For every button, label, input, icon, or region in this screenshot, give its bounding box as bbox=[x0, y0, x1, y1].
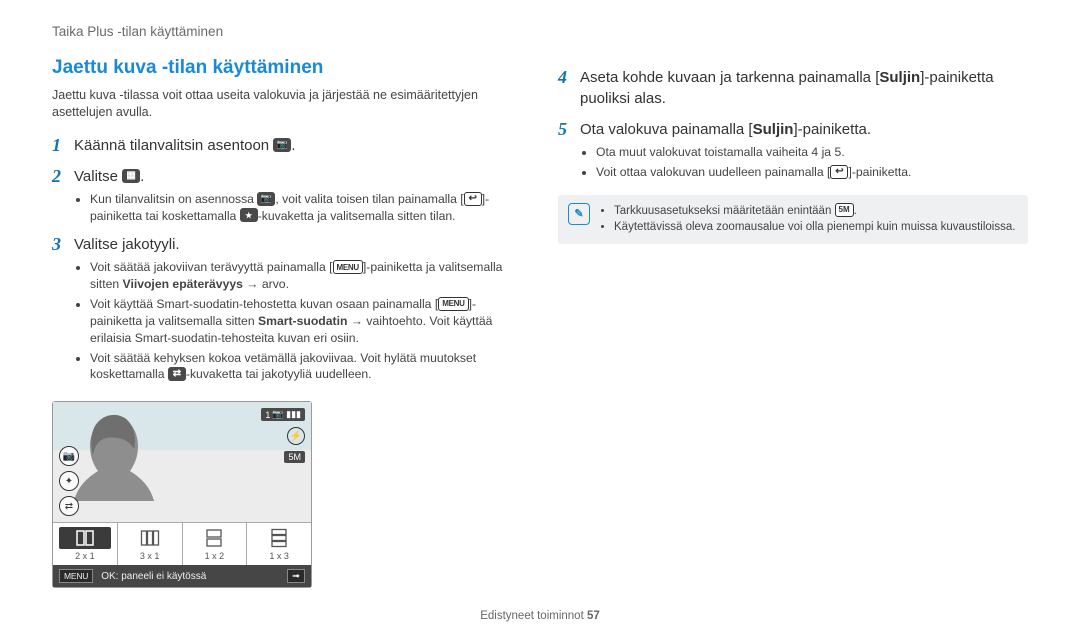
step-number: 2 bbox=[52, 166, 74, 187]
step-number: 3 bbox=[52, 234, 74, 255]
bullet-item: Kun tilanvalitsin on asennossa , voit va… bbox=[90, 191, 522, 225]
layout-3x1[interactable]: 3 x 1 bbox=[118, 523, 183, 565]
bullet-item: Tarkkuusasetukseksi määritetään enintään… bbox=[614, 203, 1015, 220]
t: 1 bbox=[265, 410, 270, 420]
section-title: Jaettu kuva -tilan käyttäminen bbox=[52, 57, 522, 79]
mode-icon bbox=[240, 208, 258, 222]
bullet-item: Voit ottaa valokuvan uudelleen painamall… bbox=[596, 164, 1028, 181]
shutter-label: Suljin bbox=[879, 69, 920, 86]
section-intro: Jaettu kuva -tilassa voit ottaa useita v… bbox=[52, 87, 522, 121]
bullet-item: Voit käyttää Smart-suodatin-tehostetta k… bbox=[90, 296, 522, 346]
note-icon: ✎ bbox=[568, 203, 590, 225]
step-text-b: . bbox=[140, 168, 144, 185]
step-text: Ota valokuva painamalla [Suljin]-painike… bbox=[580, 119, 871, 140]
resolution-badge: 5M bbox=[284, 451, 305, 463]
bullet-item: Käytettävissä oleva zoomausalue voi olla… bbox=[614, 219, 1015, 236]
t: Ota valokuva painamalla [ bbox=[580, 121, 753, 138]
t: Kun tilanvalitsin on asennossa bbox=[90, 192, 257, 206]
bullet-item: Voit säätää jakoviivan terävyyttä painam… bbox=[90, 259, 522, 293]
right-column: 4 Aseta kohde kuvaan ja tarkenna painama… bbox=[558, 57, 1028, 588]
t: . bbox=[854, 205, 857, 217]
mode-dial-icon bbox=[273, 138, 291, 152]
t: -kuvaketta ja valitsemalla sitten tilan. bbox=[258, 209, 456, 223]
layout-1x2[interactable]: 1 x 2 bbox=[183, 523, 248, 565]
step-text: Valitse . bbox=[74, 166, 144, 187]
reset-layout-icon: ⇄ bbox=[59, 496, 79, 516]
layout-label: 3 x 1 bbox=[140, 551, 160, 561]
next-icon[interactable]: ➟ bbox=[287, 569, 305, 583]
mode-dial-icon bbox=[257, 192, 275, 206]
t: Aseta kohde kuvaan ja tarkenna painamall… bbox=[580, 69, 879, 86]
menu-button[interactable]: MENU bbox=[59, 569, 93, 583]
menu-icon: MENU bbox=[333, 260, 363, 274]
bold-term: Viivojen epäterävyys bbox=[123, 277, 243, 291]
resolution-badge: 5M bbox=[835, 203, 854, 217]
split-shot-icon bbox=[122, 169, 140, 183]
menu-icon: MENU bbox=[438, 297, 468, 311]
shots-remaining: 1 📷 ▮▮▮ bbox=[261, 408, 305, 421]
step-text: Valitse jakotyyli. bbox=[74, 234, 180, 255]
ok-hint: OK: paneeli ei käytössä bbox=[101, 571, 206, 582]
return-icon bbox=[830, 165, 848, 179]
layout-label: 2 x 1 bbox=[75, 551, 95, 561]
effects-icon: ✦ bbox=[59, 471, 79, 491]
t: Voit ottaa valokuvan uudelleen painamall… bbox=[596, 165, 830, 179]
t: Voit käyttää Smart-suodatin-tehostetta k… bbox=[90, 297, 438, 311]
step-number: 5 bbox=[558, 119, 580, 140]
return-icon bbox=[464, 192, 482, 206]
page-number: 57 bbox=[587, 610, 600, 622]
shutter-label: Suljin bbox=[753, 121, 794, 138]
live-view: 1 📷 ▮▮▮ ⚡ 5M 📷 ✦ ⇄ bbox=[53, 402, 311, 522]
step-3: 3 Valitse jakotyyli. bbox=[52, 234, 522, 255]
step-text-a: Käännä tilanvalitsin asentoon bbox=[74, 137, 273, 154]
bullet-item: Voit säätää kehyksen kokoa vetämällä jak… bbox=[90, 350, 522, 384]
bullet-item: Ota muut valokuvat toistamalla vaiheita … bbox=[596, 144, 1028, 161]
step-1: 1 Käännä tilanvalitsin asentoon . bbox=[52, 135, 522, 156]
camera-bottom-bar: MENU OK: paneeli ei käytössä ➟ bbox=[53, 565, 311, 587]
status-icons-right: 1 📷 ▮▮▮ ⚡ 5M bbox=[261, 408, 305, 463]
t: → arvo. bbox=[243, 277, 289, 291]
step-4: 4 Aseta kohde kuvaan ja tarkenna painama… bbox=[558, 67, 1028, 109]
step-text: Aseta kohde kuvaan ja tarkenna painamall… bbox=[580, 67, 1028, 109]
layout-label: 1 x 2 bbox=[205, 551, 225, 561]
info-note: ✎ Tarkkuusasetukseksi määritetään enintä… bbox=[558, 195, 1028, 244]
page-footer: Edistyneet toiminnot 57 bbox=[0, 610, 1080, 622]
step-2-bullets: Kun tilanvalitsin on asennossa , voit va… bbox=[72, 191, 522, 225]
note-bullets: Tarkkuusasetukseksi määritetään enintään… bbox=[614, 203, 1015, 236]
flash-icon: ⚡ bbox=[287, 427, 305, 445]
layout-1x3[interactable]: 1 x 3 bbox=[247, 523, 311, 565]
layout-selector: 2 x 1 3 x 1 1 x 2 1 x 3 bbox=[53, 522, 311, 565]
step-number: 4 bbox=[558, 67, 580, 109]
two-column-layout: Jaettu kuva -tilan käyttäminen Jaettu ku… bbox=[52, 57, 1028, 588]
step-5-bullets: Ota muut valokuvat toistamalla vaiheita … bbox=[578, 144, 1028, 181]
layout-2x1[interactable]: 2 x 1 bbox=[53, 523, 118, 565]
t: ]-painiketta. bbox=[793, 121, 871, 138]
footer-text: Edistyneet toiminnot bbox=[480, 610, 587, 622]
t: , voit valita toisen tilan painamalla [ bbox=[275, 192, 463, 206]
t: -kuvaketta tai jakotyyliä uudelleen. bbox=[186, 367, 372, 381]
mode-icons-left: 📷 ✦ ⇄ bbox=[59, 446, 79, 516]
step-number: 1 bbox=[52, 135, 74, 156]
step-3-bullets: Voit säätää jakoviivan terävyyttä painam… bbox=[72, 259, 522, 383]
step-5: 5 Ota valokuva painamalla [Suljin]-paini… bbox=[558, 119, 1028, 140]
breadcrumb: Taika Plus -tilan käyttäminen bbox=[52, 24, 1028, 39]
t: Tarkkuusasetukseksi määritetään enintään bbox=[614, 205, 835, 217]
reset-icon bbox=[168, 367, 186, 381]
step-2: 2 Valitse . bbox=[52, 166, 522, 187]
bold-term: Smart-suodatin bbox=[258, 314, 347, 328]
camera-screenshot: 1 📷 ▮▮▮ ⚡ 5M 📷 ✦ ⇄ 2 x 1 3 x 1 bbox=[52, 401, 312, 588]
camera-mode-icon: 📷 bbox=[59, 446, 79, 466]
t: Voit säätää jakoviivan terävyyttä painam… bbox=[90, 260, 333, 274]
step-text-a: Valitse bbox=[74, 168, 122, 185]
t: ]-painiketta. bbox=[848, 165, 911, 179]
left-column: Jaettu kuva -tilan käyttäminen Jaettu ku… bbox=[52, 57, 522, 588]
step-text-b: . bbox=[291, 137, 295, 154]
step-text: Käännä tilanvalitsin asentoon . bbox=[74, 135, 295, 156]
layout-label: 1 x 3 bbox=[269, 551, 289, 561]
